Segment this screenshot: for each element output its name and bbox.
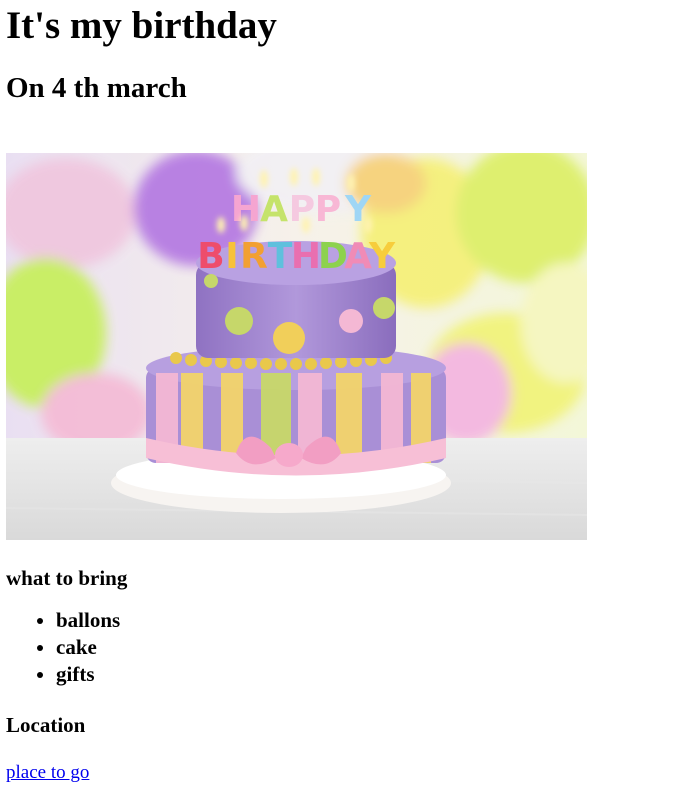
bring-list-item: cake <box>56 634 682 661</box>
bring-list-item: ballons <box>56 607 682 634</box>
page-subtitle: On 4 th march <box>6 72 187 104</box>
svg-text:I: I <box>225 236 238 277</box>
svg-text:Y: Y <box>368 236 396 277</box>
place-to-go-link[interactable]: place to go <box>6 762 89 784</box>
page-title: It's my birthday <box>6 4 277 47</box>
svg-text:A: A <box>260 189 288 230</box>
page: It's my birthday On 4 th march H A P P Y… <box>6 0 682 784</box>
svg-text:T: T <box>268 236 293 277</box>
svg-text:A: A <box>344 236 372 277</box>
svg-text:P: P <box>315 189 341 230</box>
bring-list-item: gifts <box>56 661 682 688</box>
svg-text:P: P <box>289 189 315 230</box>
location-heading: Location <box>6 713 86 737</box>
bring-list: ballons cake gifts <box>6 607 682 688</box>
svg-text:H: H <box>291 236 321 277</box>
svg-text:R: R <box>240 236 268 277</box>
what-to-bring-heading: what to bring <box>6 566 128 590</box>
svg-text:B: B <box>197 236 224 277</box>
birthday-cake-image: H A P P Y B I R T H D A Y <box>6 153 587 540</box>
